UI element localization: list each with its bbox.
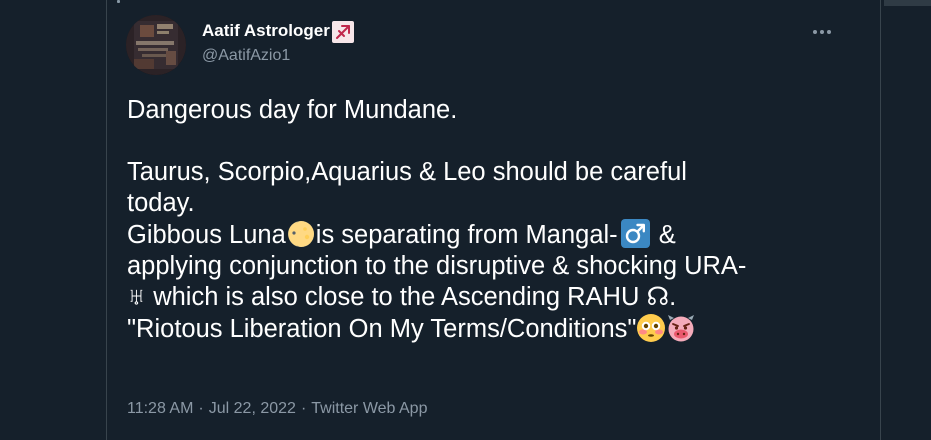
tweet-source[interactable]: Twitter Web App (311, 400, 427, 417)
column-divider-right (880, 0, 881, 440)
flushed-face-icon (636, 313, 666, 343)
tweet-line-2: Taurus, Scorpio,Aquarius & Leo should be… (127, 158, 687, 217)
tweet-timestamp-date[interactable]: Jul 22, 2022 (209, 400, 296, 417)
mars-symbol-icon (620, 219, 650, 248)
dot-marker (117, 0, 120, 3)
meta-separator: · (198, 400, 204, 417)
tweet-meta: 11:28 AM · Jul 22, 2022 · Twitter Web App (127, 398, 427, 420)
tweet-line-3-post: & (651, 221, 676, 249)
meta-separator: · (300, 400, 307, 417)
tweet-line-3-pre: Gibbous Luna (127, 221, 286, 249)
cow-devil-face-icon (666, 313, 696, 343)
more-dot (820, 30, 824, 34)
waxing-gibbous-moon-icon (286, 219, 316, 249)
more-options-icon[interactable] (808, 20, 836, 44)
tweet-line-3: Gibbous Luna is separating from Mangal- … (127, 219, 847, 251)
tweet-line-4: applying conjunction to the disruptive &… (127, 252, 747, 311)
tweet-timestamp-time[interactable]: 11:28 AM (127, 400, 193, 417)
author-block: Aatif Astrologer @AatifAzio1 (202, 19, 354, 67)
more-dot (827, 30, 831, 34)
tweet-body: Dangerous day for Mundane. Taurus, Scorp… (127, 95, 847, 345)
tweet-line-3-mid: is separating from Mangal- (315, 221, 618, 249)
display-name[interactable]: Aatif Astrologer (202, 19, 330, 43)
tweet-line-1: Dangerous day for Mundane. (127, 96, 458, 124)
display-name-row[interactable]: Aatif Astrologer (202, 19, 354, 43)
tweet-detail-view: Aatif Astrologer @AatifAzio1 Dangerous d… (0, 0, 931, 440)
column-divider-left (106, 0, 107, 440)
tweet-line-5: "Riotous Liberation On My Terms/Conditio… (127, 313, 847, 345)
profile-avatar[interactable] (126, 15, 186, 75)
sagittarius-sign-icon (331, 21, 354, 43)
tweet-quote: "Riotous Liberation On My Terms/Conditio… (127, 315, 637, 343)
scrollbar-thumb[interactable] (884, 0, 931, 6)
user-handle[interactable]: @AatifAzio1 (202, 45, 354, 67)
more-dot (813, 30, 817, 34)
